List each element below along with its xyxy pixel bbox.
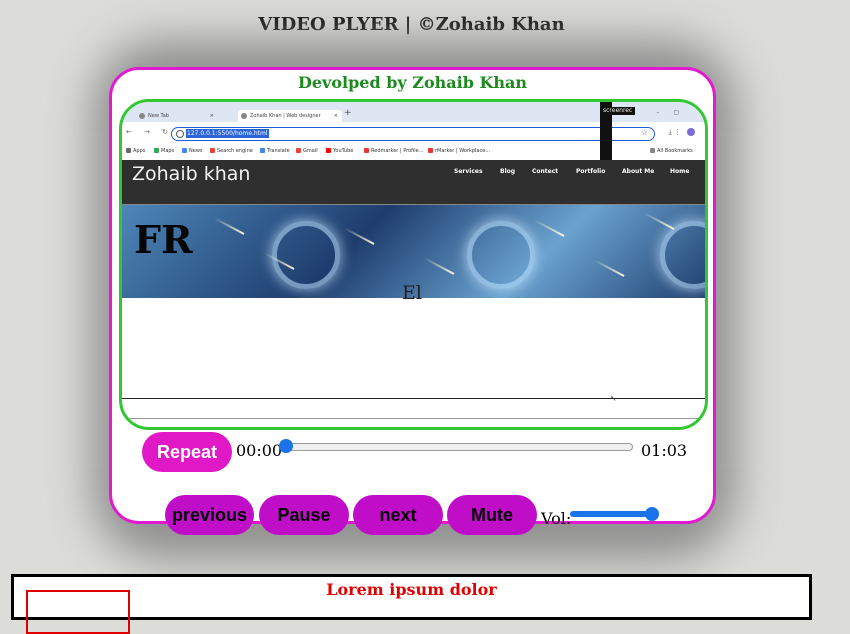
seek-handle[interactable] — [279, 439, 293, 453]
section-heading: Lorem ipsum dolor — [326, 580, 497, 599]
mouse-cursor-icon: ↖ — [610, 394, 617, 403]
volume-handle[interactable] — [645, 507, 659, 521]
meteor-streak — [423, 257, 455, 275]
bookmark-item: Gmail — [296, 148, 318, 154]
browser-tab-newtab: New Tab × — [136, 110, 218, 122]
redmarker-icon — [364, 148, 369, 153]
bookmark-item: rMarker | Workplace... — [428, 148, 490, 154]
site-navbar: Zohaib khan Services Blog Contect Portfo… — [122, 160, 705, 205]
tab-favicon-icon — [139, 113, 145, 119]
tab-label: New Tab — [148, 113, 169, 119]
browser-address-row: ← → ↻ 127.0.0.1:5500/home.html ☆ ⤓ ⋮ — [122, 122, 705, 143]
moon-shape — [467, 221, 535, 289]
search-icon — [210, 148, 215, 153]
current-time: 00:00 — [236, 441, 283, 460]
meteor-streak — [343, 227, 375, 245]
content-section: Lorem ipsum dolor — [11, 574, 812, 634]
bookmark-label: Redmarker | Profile... — [371, 148, 424, 154]
bookmark-label: Gmail — [303, 148, 318, 154]
bookmark-label: Search engine — [217, 148, 253, 154]
bookmark-label: YouTube — [333, 148, 354, 154]
bookmark-item: YouTube — [326, 148, 353, 154]
bookmark-label: News — [189, 148, 203, 154]
previous-button[interactable]: previous — [165, 495, 254, 535]
bookmark-item: Maps — [154, 148, 174, 154]
meteor-streak — [213, 217, 245, 235]
download-menu-icon: ⤓ ⋮ — [668, 128, 681, 136]
browser-actions: ⤓ ⋮ — [669, 128, 695, 137]
repeat-button[interactable]: Repeat — [142, 432, 232, 472]
browser-nav-icon: ← → ↻ — [126, 128, 174, 136]
news-icon — [182, 148, 187, 153]
bookmark-label: Maps — [161, 148, 175, 154]
bookmark-item: Search engine — [210, 148, 253, 154]
meteor-streak — [593, 259, 625, 277]
divider-line — [122, 418, 705, 419]
bookmark-label: All Bookmarks — [657, 148, 693, 154]
video-display[interactable]: New Tab × Zohaib Khan | Web designer × +… — [119, 99, 708, 430]
bookmark-label: Apps — [133, 148, 146, 154]
site-link: Home — [670, 168, 690, 175]
gmail-icon — [296, 148, 301, 153]
rmarker-icon — [428, 148, 433, 153]
seek-slider[interactable] — [279, 439, 633, 453]
developer-credit: Devolped by Zohaib Khan — [297, 73, 527, 92]
next-button[interactable]: next — [353, 495, 443, 535]
site-link: Contect — [532, 168, 559, 175]
mute-button[interactable]: Mute — [447, 495, 537, 535]
site-link: Blog — [500, 168, 516, 175]
site-body-text: El — [402, 282, 422, 304]
meteor-streak — [533, 219, 565, 237]
page-title: VIDEO PLYER | ©Zohaib Khan — [258, 14, 565, 35]
bookmark-label: Translate — [267, 148, 290, 154]
site-info-icon — [176, 130, 184, 138]
red-outline-box — [26, 590, 130, 634]
bookmark-item: Redmarker | Profile... — [364, 148, 424, 154]
pause-button[interactable]: Pause — [259, 495, 349, 535]
duration-time: 01:03 — [641, 441, 688, 460]
new-tab-icon: + — [344, 108, 352, 118]
bookmark-item: Apps — [126, 148, 145, 154]
apps-icon — [126, 148, 131, 153]
hero-heading: FR — [134, 217, 193, 262]
meteor-streak — [643, 212, 675, 230]
translate-icon — [260, 148, 265, 153]
maps-icon — [154, 148, 159, 153]
browser-address-bar: 127.0.0.1:5500/home.html ☆ — [171, 127, 655, 141]
tab-favicon-icon — [241, 113, 247, 119]
divider-line — [122, 398, 705, 399]
tab-close-icon: × — [333, 113, 338, 119]
site-logo: Zohaib khan — [132, 163, 251, 185]
tab-label: Zohaib Khan | Web designer — [250, 113, 321, 119]
avatar — [687, 128, 695, 136]
volume-slider[interactable] — [570, 507, 659, 521]
volume-label: Vol: — [541, 509, 572, 528]
tab-close-icon: × — [209, 113, 214, 119]
moon-shape — [660, 221, 705, 289]
browser-url: 127.0.0.1:5500/home.html — [186, 129, 269, 138]
site-link: Portfolio — [576, 168, 606, 175]
bookmark-item: News — [182, 148, 203, 154]
recorder-badge: screenrec — [600, 107, 636, 115]
youtube-icon — [326, 148, 331, 153]
bookmark-star-icon: ☆ — [640, 128, 648, 137]
moon-shape — [272, 221, 340, 289]
site-link: About Me — [622, 168, 655, 175]
bookmark-item: All Bookmarks — [650, 148, 693, 154]
browser-tab-site: Zohaib Khan | Web designer × — [238, 110, 342, 122]
video-player: Devolped by Zohaib Khan New Tab × Zohaib… — [109, 67, 716, 535]
bookmark-item: Translate — [260, 148, 290, 154]
folder-icon — [650, 148, 655, 153]
bookmark-label: rMarker | Workplace... — [435, 148, 491, 154]
window-controls-icon: – ▢ — [656, 109, 685, 116]
site-link: Services — [454, 168, 483, 175]
bookmarks-bar: Apps Maps News Search engine Translate G… — [122, 143, 705, 159]
